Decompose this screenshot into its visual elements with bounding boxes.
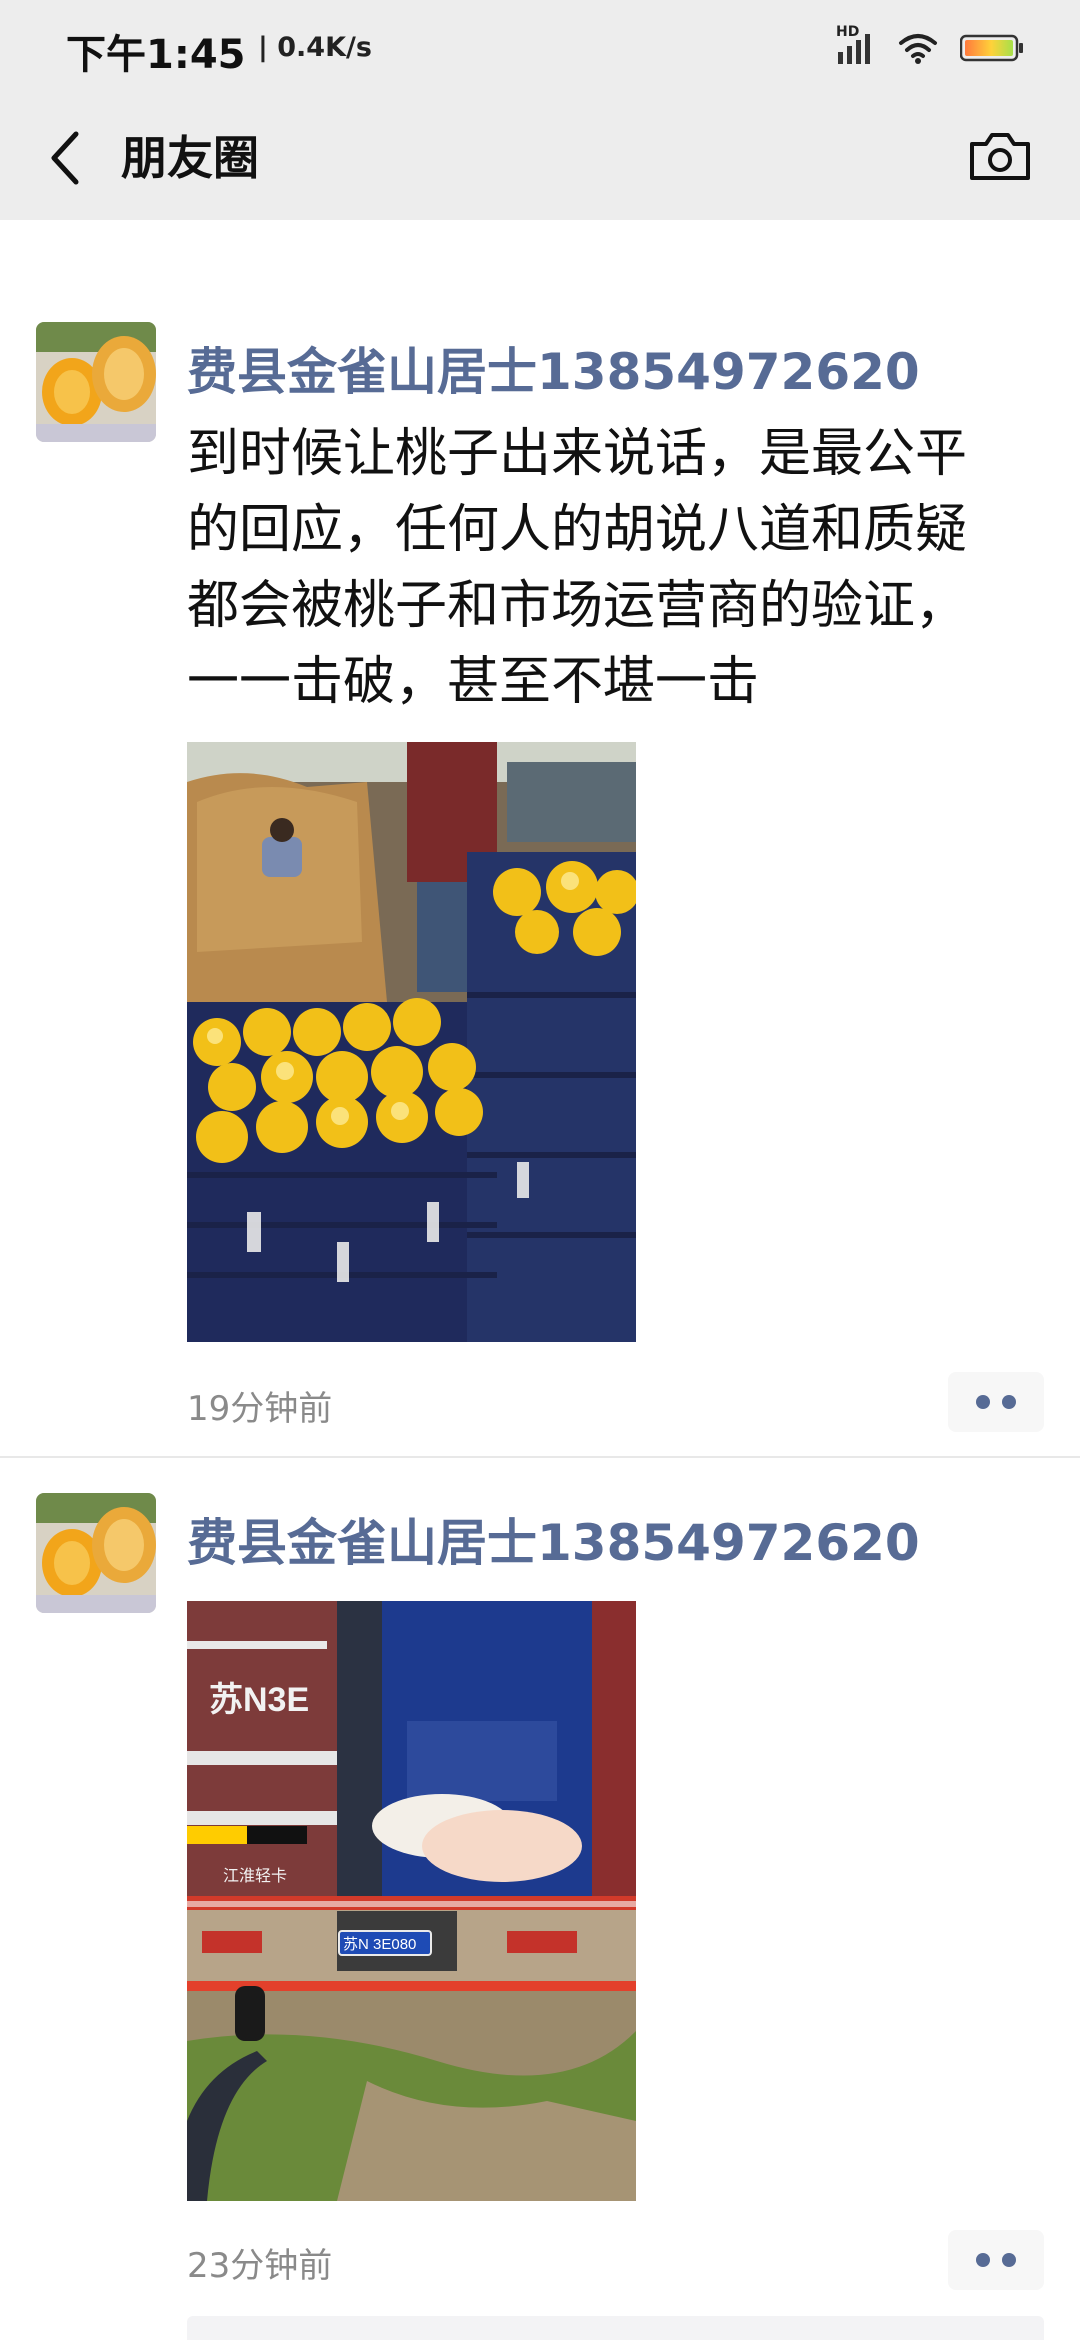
post-time: 23分钟前 <box>187 2246 333 2286</box>
peaches-in-crates-photo <box>187 742 636 1342</box>
post-author[interactable]: 费县金雀山居士13854972620 <box>187 1503 920 1575</box>
page-title: 朋友圈 <box>121 131 259 185</box>
post-text: 到时候让桃子出来说话，是最公平的回应，任何人的胡说八道和质疑都会被桃子和市场运营… <box>187 424 968 712</box>
avatar[interactable] <box>36 322 156 442</box>
moment-post: 费县金雀山居士13854972620 到时候让桃子出来说话，是最公平的回应，任何… <box>0 220 1080 1458</box>
post-author[interactable]: 费县金雀山居士13854972620 <box>187 332 920 404</box>
truck-brand: 江淮轻卡 <box>223 1867 287 1885</box>
truck-rear-photo: 苏N3E 江淮轻卡 苏N 3E080 <box>187 1601 636 2201</box>
status-time: 下午1:45 <box>66 32 246 78</box>
post-photo[interactable]: 苏N3E 江淮轻卡 苏N 3E080 <box>187 1601 636 2201</box>
hd-signal-icon: HD <box>836 24 876 66</box>
wifi-icon <box>899 34 937 64</box>
truck-plate-small: 苏N 3E080 <box>343 1936 416 1953</box>
more-button[interactable] <box>948 2230 1044 2290</box>
dot-icon <box>1002 2253 1016 2267</box>
dot-icon <box>976 1395 990 1409</box>
more-button[interactable] <box>948 1372 1044 1432</box>
truck-plate-large: 苏N3E <box>209 1681 309 1719</box>
status-bar: 下午1:45 | 0.4K/s HD <box>0 0 1080 96</box>
chevron-left-icon <box>51 131 79 185</box>
network-speed: | 0.4K/s <box>258 32 372 63</box>
camera-icon <box>970 133 1030 180</box>
dot-icon <box>1002 1395 1016 1409</box>
post-time: 19分钟前 <box>187 1389 333 1429</box>
battery-icon <box>960 34 1023 62</box>
camera-button[interactable] <box>960 116 1040 196</box>
comment-area[interactable] <box>187 2316 1044 2340</box>
back-button[interactable] <box>34 118 98 198</box>
avatar[interactable] <box>36 1493 156 1613</box>
dot-icon <box>976 2253 990 2267</box>
nav-bar: 朋友圈 <box>0 96 1080 220</box>
status-icons: HD <box>836 24 1024 66</box>
post-photo[interactable] <box>187 742 636 1342</box>
